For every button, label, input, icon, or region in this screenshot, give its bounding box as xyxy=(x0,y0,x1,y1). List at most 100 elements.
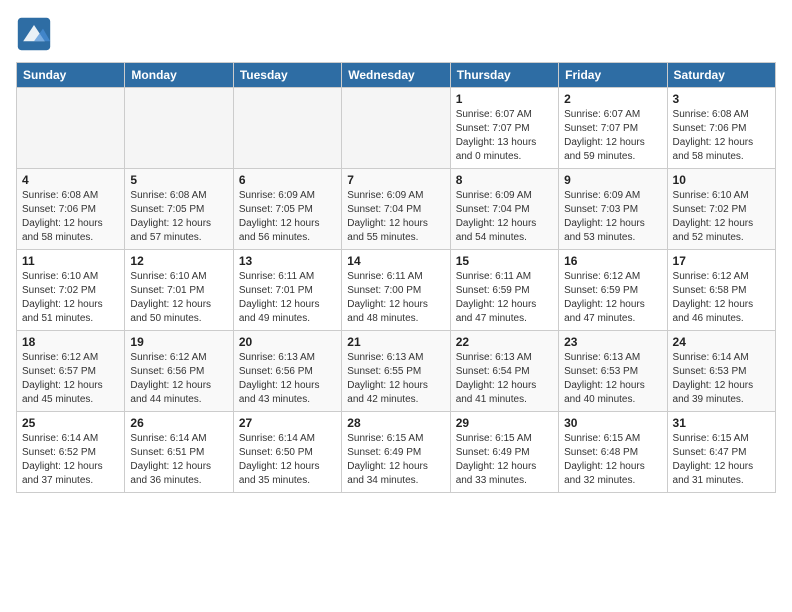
day-info: Sunrise: 6:08 AM Sunset: 7:06 PM Dayligh… xyxy=(673,108,770,164)
day-number: 22 xyxy=(456,335,553,349)
day-number: 21 xyxy=(347,335,444,349)
calendar-table: SundayMondayTuesdayWednesdayThursdayFrid… xyxy=(16,62,776,493)
calendar-cell: 17 Sunrise: 6:12 AM Sunset: 6:58 PM Dayli… xyxy=(667,250,775,331)
day-number: 13 xyxy=(239,254,336,268)
day-info: Sunrise: 6:12 AM Sunset: 6:58 PM Dayligh… xyxy=(673,270,770,326)
day-info: Sunrise: 6:12 AM Sunset: 6:57 PM Dayligh… xyxy=(22,351,119,407)
day-info: Sunrise: 6:11 AM Sunset: 6:59 PM Dayligh… xyxy=(456,270,553,326)
day-number: 17 xyxy=(673,254,770,268)
day-info: Sunrise: 6:09 AM Sunset: 7:04 PM Dayligh… xyxy=(456,189,553,245)
calendar-cell: 19 Sunrise: 6:12 AM Sunset: 6:56 PM Dayli… xyxy=(125,331,233,412)
calendar-cell: 11 Sunrise: 6:10 AM Sunset: 7:02 PM Dayli… xyxy=(17,250,125,331)
calendar-cell: 5Sunrise: 6:08 AM Sunset: 7:05 PM Daylig… xyxy=(125,169,233,250)
day-info: Sunrise: 6:15 AM Sunset: 6:49 PM Dayligh… xyxy=(347,432,444,488)
day-number: 29 xyxy=(456,416,553,430)
day-info: Sunrise: 6:10 AM Sunset: 7:02 PM Dayligh… xyxy=(22,270,119,326)
day-number: 16 xyxy=(564,254,661,268)
calendar-week-5: 25 Sunrise: 6:14 AM Sunset: 6:52 PM Dayli… xyxy=(17,412,776,493)
weekday-header-thursday: Thursday xyxy=(450,63,558,88)
calendar-cell: 27 Sunrise: 6:14 AM Sunset: 6:50 PM Dayli… xyxy=(233,412,341,493)
day-info: Sunrise: 6:14 AM Sunset: 6:51 PM Dayligh… xyxy=(130,432,227,488)
day-number: 20 xyxy=(239,335,336,349)
day-number: 3 xyxy=(673,92,770,106)
calendar-cell: 1 Sunrise: 6:07 AM Sunset: 7:07 PM Daylig… xyxy=(450,88,558,169)
day-number: 25 xyxy=(22,416,119,430)
calendar-week-3: 11 Sunrise: 6:10 AM Sunset: 7:02 PM Dayli… xyxy=(17,250,776,331)
day-info: Sunrise: 6:10 AM Sunset: 7:01 PM Dayligh… xyxy=(130,270,227,326)
calendar-cell: 8 Sunrise: 6:09 AM Sunset: 7:04 PM Daylig… xyxy=(450,169,558,250)
day-number: 26 xyxy=(130,416,227,430)
calendar-cell xyxy=(233,88,341,169)
calendar-cell: 26 Sunrise: 6:14 AM Sunset: 6:51 PM Dayli… xyxy=(125,412,233,493)
day-info: Sunrise: 6:09 AM Sunset: 7:05 PM Dayligh… xyxy=(239,189,336,245)
day-number: 1 xyxy=(456,92,553,106)
day-number: 28 xyxy=(347,416,444,430)
day-number: 9 xyxy=(564,173,661,187)
calendar-cell: 30Sunrise: 6:15 AM Sunset: 6:48 PM Dayli… xyxy=(559,412,667,493)
day-number: 10 xyxy=(673,173,770,187)
day-info: Sunrise: 6:12 AM Sunset: 6:56 PM Dayligh… xyxy=(130,351,227,407)
day-number: 7 xyxy=(347,173,444,187)
day-info: Sunrise: 6:13 AM Sunset: 6:56 PM Dayligh… xyxy=(239,351,336,407)
day-number: 19 xyxy=(130,335,227,349)
day-info: Sunrise: 6:07 AM Sunset: 7:07 PM Dayligh… xyxy=(564,108,661,164)
calendar-week-2: 4 Sunrise: 6:08 AM Sunset: 7:06 PM Daylig… xyxy=(17,169,776,250)
day-number: 30 xyxy=(564,416,661,430)
calendar-cell: 4 Sunrise: 6:08 AM Sunset: 7:06 PM Daylig… xyxy=(17,169,125,250)
calendar-cell: 25 Sunrise: 6:14 AM Sunset: 6:52 PM Dayli… xyxy=(17,412,125,493)
calendar-cell: 16 Sunrise: 6:12 AM Sunset: 6:59 PM Dayli… xyxy=(559,250,667,331)
day-number: 14 xyxy=(347,254,444,268)
day-number: 11 xyxy=(22,254,119,268)
calendar-cell xyxy=(125,88,233,169)
day-info: Sunrise: 6:14 AM Sunset: 6:53 PM Dayligh… xyxy=(673,351,770,407)
calendar-cell: 6 Sunrise: 6:09 AM Sunset: 7:05 PM Daylig… xyxy=(233,169,341,250)
calendar-cell: 12 Sunrise: 6:10 AM Sunset: 7:01 PM Dayli… xyxy=(125,250,233,331)
calendar-cell: 23 Sunrise: 6:13 AM Sunset: 6:53 PM Dayli… xyxy=(559,331,667,412)
calendar-cell: 10 Sunrise: 6:10 AM Sunset: 7:02 PM Dayli… xyxy=(667,169,775,250)
calendar-cell: 22 Sunrise: 6:13 AM Sunset: 6:54 PM Dayli… xyxy=(450,331,558,412)
day-number: 5 xyxy=(130,173,227,187)
day-info: Sunrise: 6:14 AM Sunset: 6:50 PM Dayligh… xyxy=(239,432,336,488)
weekday-header-friday: Friday xyxy=(559,63,667,88)
calendar-cell: 3 Sunrise: 6:08 AM Sunset: 7:06 PM Daylig… xyxy=(667,88,775,169)
day-number: 2 xyxy=(564,92,661,106)
day-number: 6 xyxy=(239,173,336,187)
day-info: Sunrise: 6:08 AM Sunset: 7:06 PM Dayligh… xyxy=(22,189,119,245)
day-number: 18 xyxy=(22,335,119,349)
day-info: Sunrise: 6:14 AM Sunset: 6:52 PM Dayligh… xyxy=(22,432,119,488)
day-number: 12 xyxy=(130,254,227,268)
day-number: 4 xyxy=(22,173,119,187)
day-info: Sunrise: 6:13 AM Sunset: 6:55 PM Dayligh… xyxy=(347,351,444,407)
calendar-cell: 31Sunrise: 6:15 AM Sunset: 6:47 PM Dayli… xyxy=(667,412,775,493)
day-number: 23 xyxy=(564,335,661,349)
calendar-cell: 2 Sunrise: 6:07 AM Sunset: 7:07 PM Daylig… xyxy=(559,88,667,169)
calendar-cell: 21 Sunrise: 6:13 AM Sunset: 6:55 PM Dayli… xyxy=(342,331,450,412)
logo xyxy=(16,16,58,52)
calendar-cell: 18 Sunrise: 6:12 AM Sunset: 6:57 PM Dayli… xyxy=(17,331,125,412)
day-info: Sunrise: 6:09 AM Sunset: 7:04 PM Dayligh… xyxy=(347,189,444,245)
day-info: Sunrise: 6:10 AM Sunset: 7:02 PM Dayligh… xyxy=(673,189,770,245)
calendar-cell: 9 Sunrise: 6:09 AM Sunset: 7:03 PM Daylig… xyxy=(559,169,667,250)
day-number: 15 xyxy=(456,254,553,268)
calendar-cell: 29 Sunrise: 6:15 AM Sunset: 6:49 PM Dayli… xyxy=(450,412,558,493)
day-info: Sunrise: 6:15 AM Sunset: 6:49 PM Dayligh… xyxy=(456,432,553,488)
day-info: Sunrise: 6:09 AM Sunset: 7:03 PM Dayligh… xyxy=(564,189,661,245)
day-info: Sunrise: 6:13 AM Sunset: 6:54 PM Dayligh… xyxy=(456,351,553,407)
logo-icon xyxy=(16,16,52,52)
page-header xyxy=(16,16,776,52)
calendar-cell: 24Sunrise: 6:14 AM Sunset: 6:53 PM Dayli… xyxy=(667,331,775,412)
weekday-header-sunday: Sunday xyxy=(17,63,125,88)
calendar-cell: 28 Sunrise: 6:15 AM Sunset: 6:49 PM Dayli… xyxy=(342,412,450,493)
calendar-cell: 20 Sunrise: 6:13 AM Sunset: 6:56 PM Dayli… xyxy=(233,331,341,412)
calendar-week-4: 18 Sunrise: 6:12 AM Sunset: 6:57 PM Dayli… xyxy=(17,331,776,412)
day-info: Sunrise: 6:13 AM Sunset: 6:53 PM Dayligh… xyxy=(564,351,661,407)
day-number: 27 xyxy=(239,416,336,430)
day-info: Sunrise: 6:12 AM Sunset: 6:59 PM Dayligh… xyxy=(564,270,661,326)
calendar-cell xyxy=(17,88,125,169)
day-info: Sunrise: 6:11 AM Sunset: 7:01 PM Dayligh… xyxy=(239,270,336,326)
weekday-header-wednesday: Wednesday xyxy=(342,63,450,88)
day-info: Sunrise: 6:07 AM Sunset: 7:07 PM Dayligh… xyxy=(456,108,553,164)
weekday-header-saturday: Saturday xyxy=(667,63,775,88)
day-number: 8 xyxy=(456,173,553,187)
calendar-cell xyxy=(342,88,450,169)
